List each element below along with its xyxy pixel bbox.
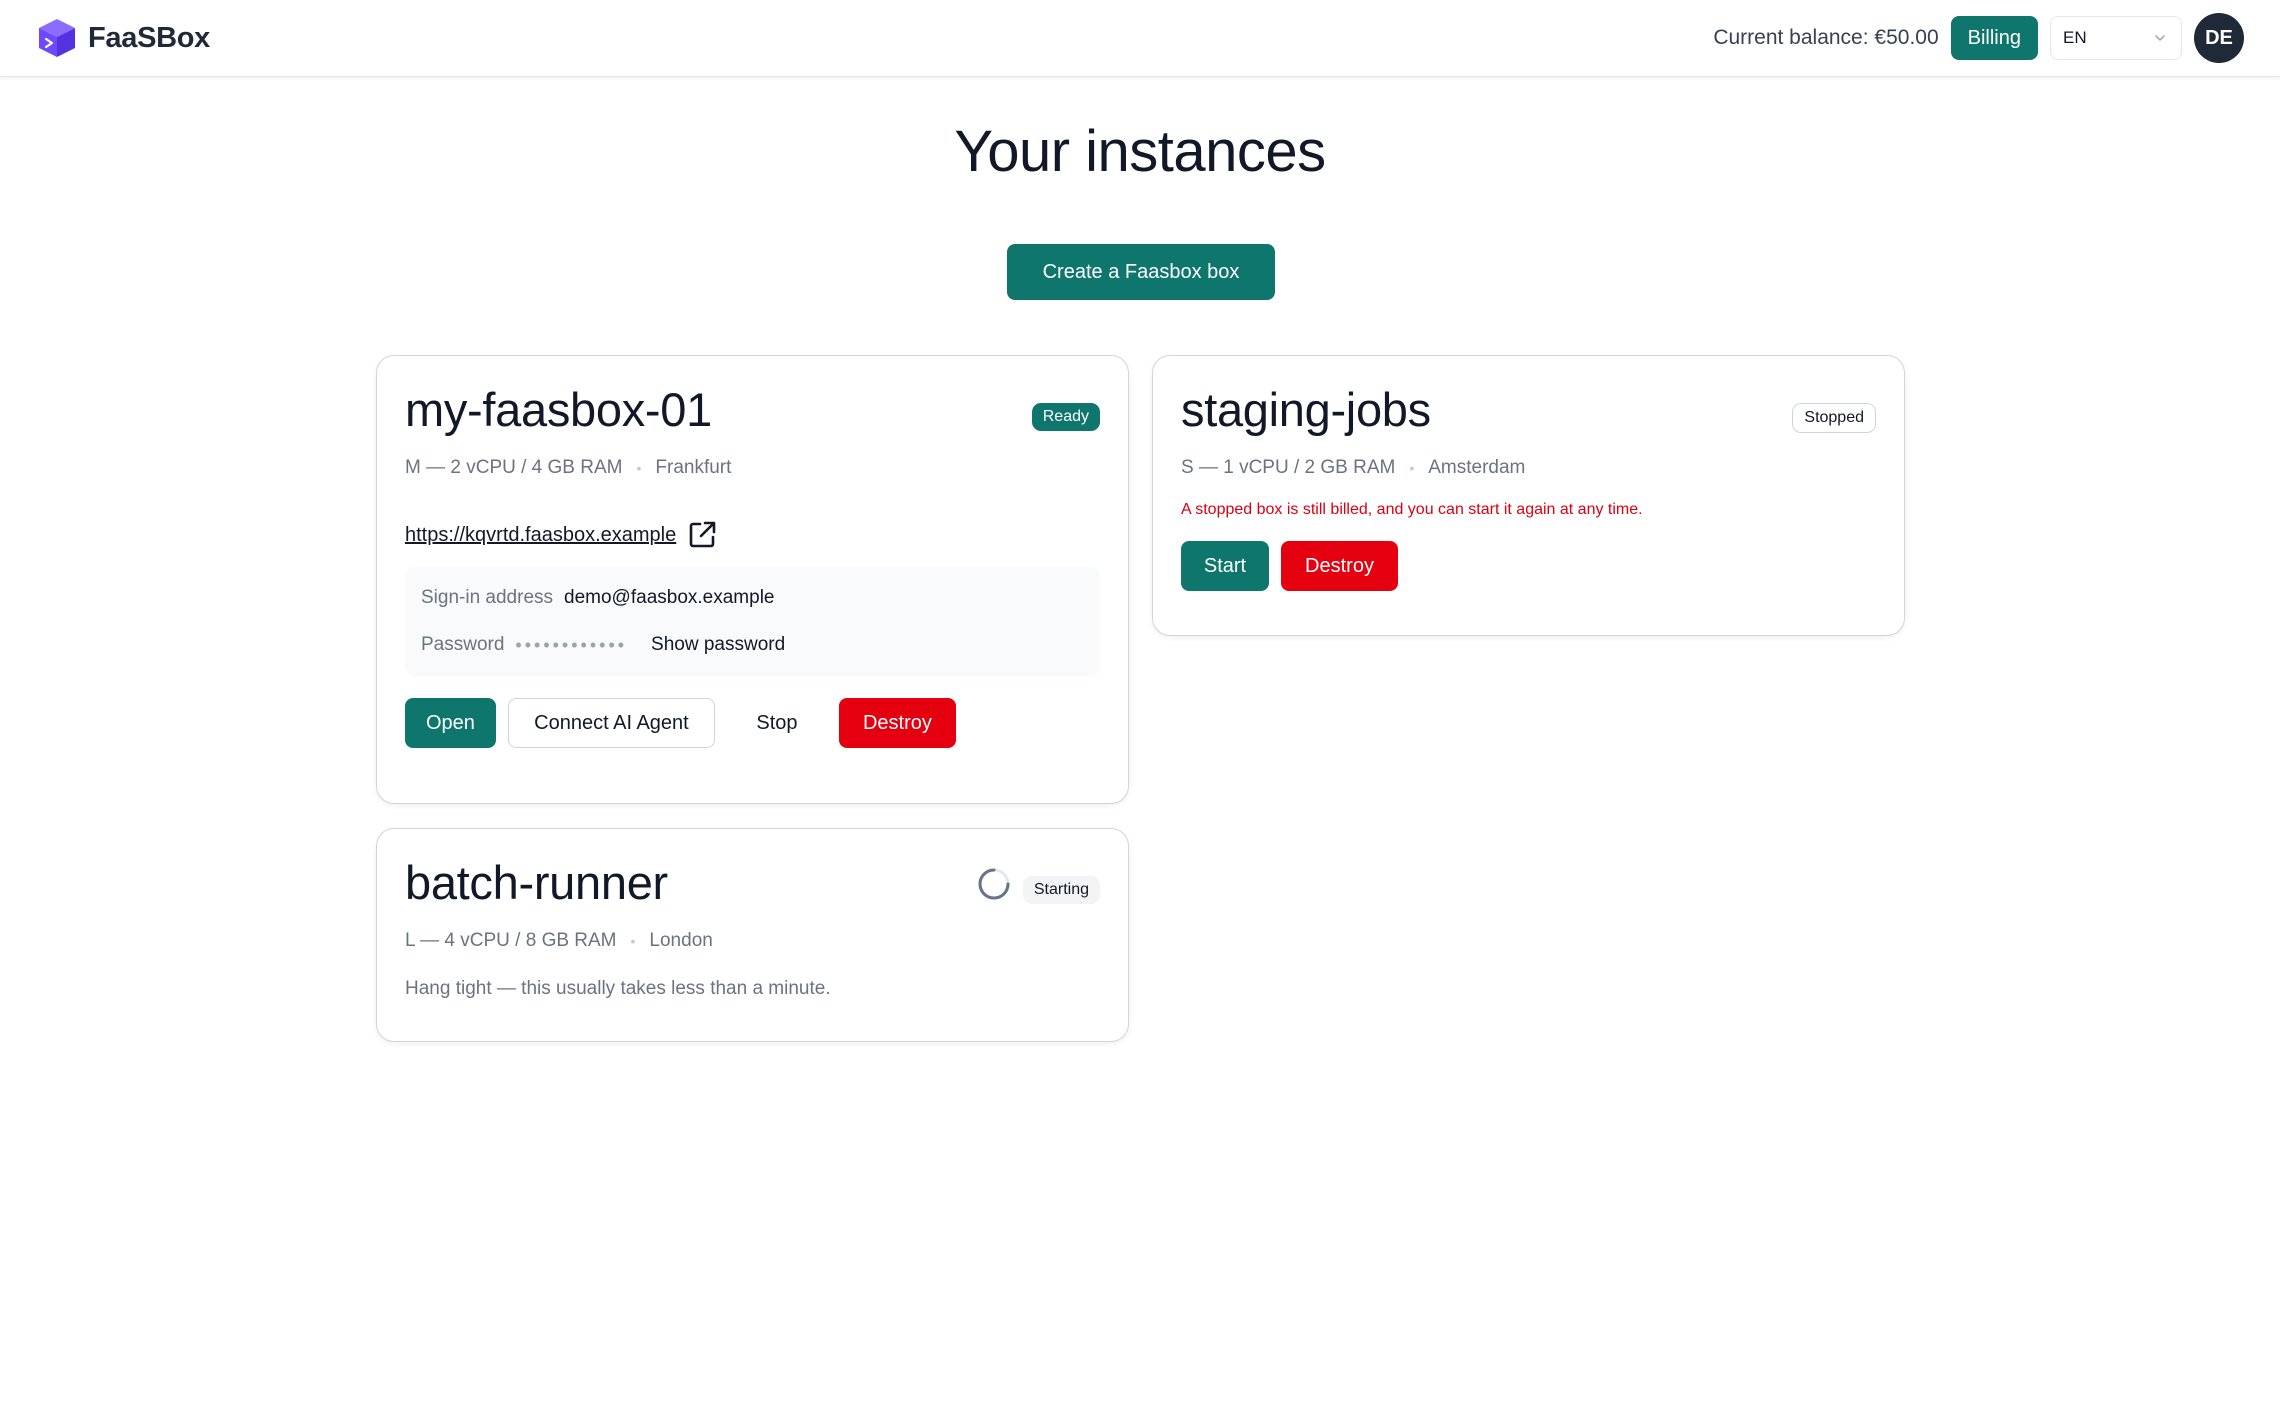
instance-location: Amsterdam [1428,457,1526,478]
billing-warning: A stopped box is still billed, and you c… [1181,501,1643,518]
open-button[interactable]: Open [405,698,496,748]
page-title: Your instances [954,119,1326,184]
status-group: Starting [977,855,1100,904]
credentials-panel: Sign-in address demo@faasbox.example Pas… [405,567,1100,676]
meta-separator: • [630,933,636,949]
instance-location: London [649,930,713,951]
destroy-button[interactable]: Destroy [1281,541,1398,591]
user-avatar[interactable]: DE [2194,13,2244,63]
instance-card: my-faasbox-01 Ready M — 2 vCPU / 4 GB RA… [376,355,1129,804]
chevron-down-icon [2155,35,2165,41]
external-link-icon[interactable] [686,519,718,551]
status-badge: Stopped [1792,403,1876,433]
start-button[interactable]: Start [1181,541,1269,591]
meta-separator: • [636,460,642,476]
instance-name: batch-runner [405,856,668,909]
stop-button[interactable]: Stop [727,698,827,748]
password-mask: •••••••••••• [515,634,628,655]
starting-hint: Hang tight — this usually takes less tha… [405,978,831,999]
show-password-button[interactable]: Show password [651,634,785,656]
language-select[interactable]: EN [2050,16,2182,60]
instance-actions: Open Connect AI Agent Stop Destroy [405,698,1100,748]
spinner-icon [978,868,1010,900]
create-box-button[interactable]: Create a Faasbox box [1007,244,1275,300]
instance-size: S — 1 vCPU / 2 GB RAM [1181,457,1396,478]
password-row: Password •••••••••••• Show password [421,628,1084,662]
top-bar: FaaSBox Current balance: €50.00 Billing … [0,0,2280,77]
connect-ai-agent-button[interactable]: Connect AI Agent [507,698,715,748]
password-label: Password [421,634,505,655]
instance-url-link[interactable]: https://kqvrtd.faasbox.example [405,524,676,547]
signin-row: Sign-in address demo@faasbox.example [421,581,1084,615]
cube-logo-icon [39,19,75,57]
balance-text: Current balance: €50.00 [1713,26,1939,49]
instance-location: Frankfurt [655,457,732,478]
instance-url-row: https://kqvrtd.faasbox.example [405,519,1100,551]
language-value: EN [2063,28,2087,47]
instance-size: M — 2 vCPU / 4 GB RAM [405,457,623,478]
instance-name: staging-jobs [1181,383,1431,436]
billing-button[interactable]: Billing [1950,16,2038,60]
instance-card: batch-runner Starting L — 4 vCPU / 8 GB … [376,828,1129,1042]
instance-meta: L — 4 vCPU / 8 GB RAM • London [405,930,1100,952]
header-actions: Current balance: €50.00 Billing EN DE [1713,13,2244,63]
instance-card: staging-jobs Stopped S — 1 vCPU / 2 GB R… [1152,355,1905,636]
status-badge: Ready [1031,403,1100,431]
instance-actions: Start Destroy [1181,541,1876,591]
signin-value: demo@faasbox.example [564,587,775,608]
instance-meta: M — 2 vCPU / 4 GB RAM • Frankfurt [405,457,1100,479]
instance-meta: S — 1 vCPU / 2 GB RAM • Amsterdam [1181,457,1876,479]
destroy-button[interactable]: Destroy [838,698,956,748]
brand-name: FaaSBox [88,21,210,54]
brand-logo[interactable]: FaaSBox [36,17,210,59]
status-badge: Starting [1022,876,1100,904]
signin-label: Sign-in address [421,587,554,608]
meta-separator: • [1409,460,1415,476]
instance-size: L — 4 vCPU / 8 GB RAM [405,930,617,951]
instance-name: my-faasbox-01 [405,383,712,436]
